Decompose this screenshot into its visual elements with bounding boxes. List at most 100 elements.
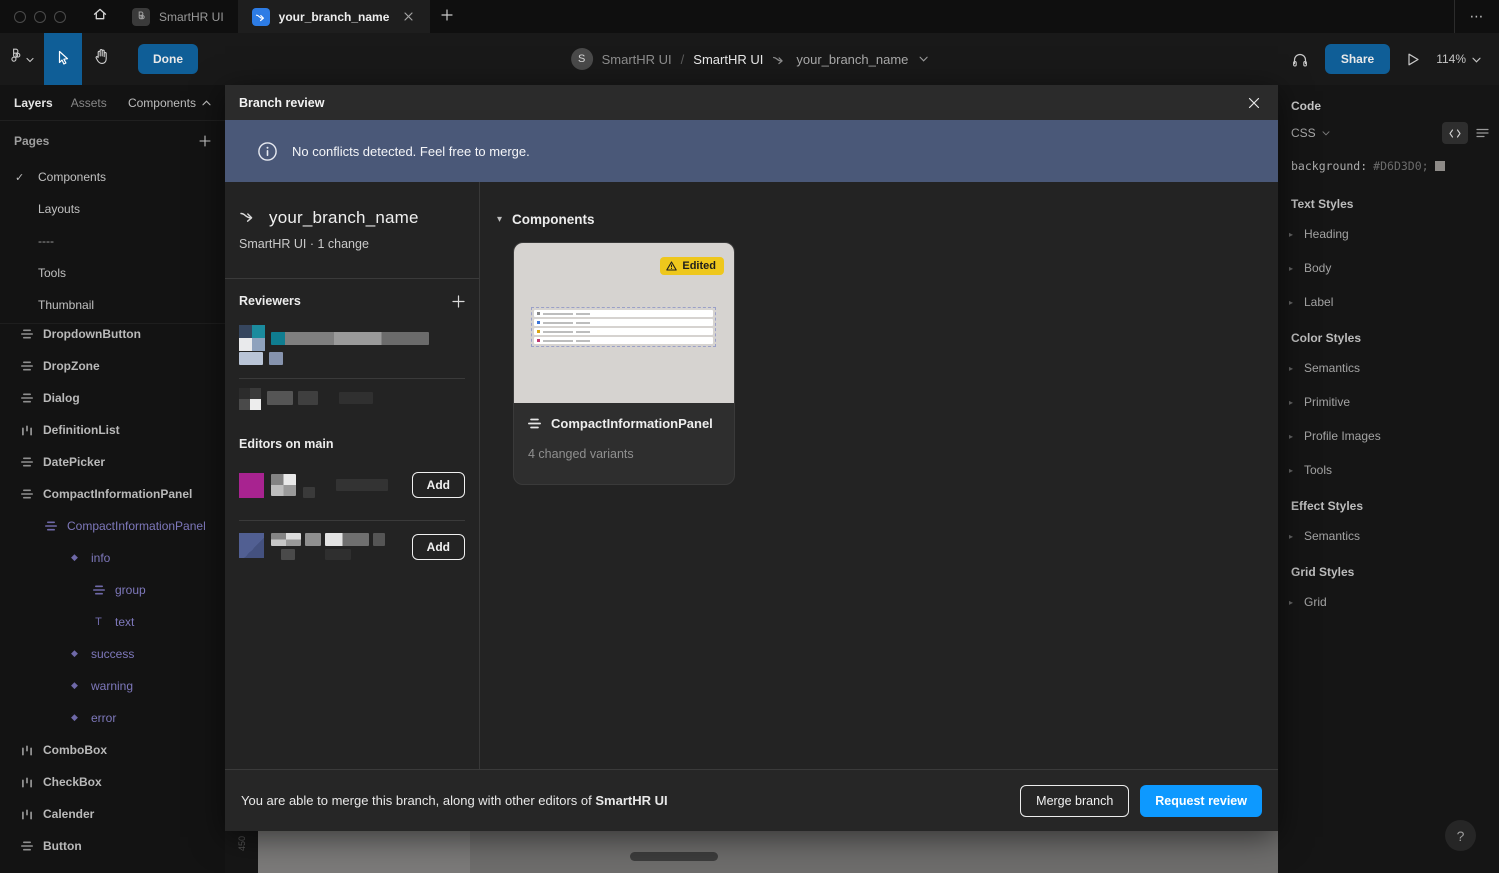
add-page-button[interactable] bbox=[199, 135, 211, 147]
color-style-primitive[interactable]: ▸Primitive bbox=[1278, 385, 1499, 419]
check-icon: ✓ bbox=[15, 171, 24, 184]
layer-dropdownbutton[interactable]: DropdownButton bbox=[0, 318, 225, 350]
modal-footer: You are able to merge this branch, along… bbox=[225, 769, 1278, 831]
chevron-down-icon[interactable] bbox=[1322, 131, 1330, 136]
page-item-layouts[interactable]: Layouts bbox=[0, 193, 225, 225]
window-zoom-button[interactable] bbox=[54, 11, 66, 23]
main-menu-button[interactable] bbox=[0, 33, 44, 85]
breadcrumb-org[interactable]: SmartHR UI bbox=[602, 52, 672, 67]
move-tool-button[interactable] bbox=[44, 33, 82, 85]
layer-label: Calender bbox=[43, 807, 94, 821]
redacted-name bbox=[325, 549, 351, 560]
css-dropdown[interactable]: CSS bbox=[1291, 126, 1316, 140]
text-style-body[interactable]: ▸Body bbox=[1278, 251, 1499, 285]
color-style-tools[interactable]: ▸Tools bbox=[1278, 453, 1499, 487]
code-view-toggle[interactable] bbox=[1442, 122, 1468, 144]
layer-datepicker[interactable]: DatePicker bbox=[0, 446, 225, 478]
tab-overflow-button[interactable]: ⋯ bbox=[1455, 9, 1499, 25]
grid-styles-title: Grid Styles bbox=[1278, 553, 1499, 585]
code-language-row: CSS bbox=[1278, 113, 1499, 153]
redacted-name bbox=[305, 533, 321, 546]
layer-compactinformationpanel[interactable]: CompactInformationPanel bbox=[0, 478, 225, 510]
tab-layers[interactable]: Layers bbox=[14, 96, 53, 110]
done-button[interactable]: Done bbox=[138, 44, 198, 74]
headphones-icon[interactable] bbox=[1291, 51, 1309, 68]
layer-text[interactable]: T text bbox=[0, 606, 225, 638]
redacted-name bbox=[339, 392, 373, 404]
color-style-profile-images[interactable]: ▸Profile Images bbox=[1278, 419, 1499, 453]
layer-variant-warning[interactable]: ◆ warning bbox=[0, 670, 225, 702]
layer-button[interactable]: Button bbox=[0, 830, 225, 862]
text-style-label[interactable]: ▸Label bbox=[1278, 285, 1499, 319]
layer-dropzone[interactable]: DropZone bbox=[0, 350, 225, 382]
warning-icon bbox=[666, 261, 677, 271]
request-review-button[interactable]: Request review bbox=[1140, 785, 1262, 817]
home-button[interactable] bbox=[82, 0, 118, 33]
text-styles-title: Text Styles bbox=[1278, 185, 1499, 217]
code-section-title: Code bbox=[1278, 85, 1499, 113]
breadcrumb-file[interactable]: SmartHR UI bbox=[693, 52, 763, 67]
tab-label: SmartHR UI bbox=[159, 10, 224, 24]
horizontal-scrollbar[interactable] bbox=[630, 852, 718, 861]
effect-styles-title: Effect Styles bbox=[1278, 487, 1499, 519]
components-section-header[interactable]: ▾ Components bbox=[497, 212, 595, 227]
help-button[interactable]: ? bbox=[1445, 820, 1476, 851]
redacted-name bbox=[303, 487, 315, 498]
reviewer-row[interactable] bbox=[239, 388, 373, 410]
reviewer-row[interactable] bbox=[239, 325, 429, 351]
share-button[interactable]: Share bbox=[1325, 44, 1390, 74]
variant-text-placeholder bbox=[543, 322, 573, 324]
org-avatar[interactable]: S bbox=[571, 48, 593, 70]
page-item-components[interactable]: ✓ Components bbox=[0, 161, 225, 193]
grid-style-grid[interactable]: ▸Grid bbox=[1278, 585, 1499, 619]
branch-meta: SmartHR UI · 1 change bbox=[239, 237, 369, 251]
home-icon bbox=[92, 6, 108, 27]
tab-assets[interactable]: Assets bbox=[71, 96, 107, 110]
color-style-semantics[interactable]: ▸Semantics bbox=[1278, 351, 1499, 385]
layer-label: DefinitionList bbox=[43, 423, 120, 437]
add-editor-button[interactable]: Add bbox=[412, 472, 465, 498]
zoom-level-control[interactable]: 114% bbox=[1436, 52, 1481, 66]
window-close-button[interactable] bbox=[14, 11, 26, 23]
layer-variant-success[interactable]: ◆ success bbox=[0, 638, 225, 670]
window-minimize-button[interactable] bbox=[34, 11, 46, 23]
merge-permission-text: You are able to merge this branch, along… bbox=[241, 793, 592, 808]
layer-compactinformationpanel-set[interactable]: CompactInformationPanel bbox=[0, 510, 225, 542]
layer-group[interactable]: group bbox=[0, 574, 225, 606]
hand-tool-button[interactable] bbox=[82, 33, 120, 85]
present-play-icon[interactable] bbox=[1406, 52, 1420, 67]
layer-dialog[interactable]: Dialog bbox=[0, 382, 225, 414]
group-icon bbox=[92, 585, 105, 595]
page-label: Layouts bbox=[38, 202, 80, 216]
add-editor-button[interactable]: Add bbox=[412, 534, 465, 560]
layer-definitionlist[interactable]: DefinitionList bbox=[0, 414, 225, 446]
tab-smarthr-ui[interactable]: SmartHR UI bbox=[118, 0, 238, 33]
no-conflicts-banner: No conflicts detected. Feel free to merg… bbox=[225, 120, 1278, 182]
canvas[interactable]: 450 bbox=[225, 831, 1278, 873]
close-icon[interactable] bbox=[1244, 93, 1264, 113]
table-view-toggle[interactable] bbox=[1476, 128, 1489, 138]
effect-style-semantics[interactable]: ▸Semantics bbox=[1278, 519, 1499, 553]
changed-component-card[interactable]: Edited bbox=[513, 242, 735, 485]
text-style-heading[interactable]: ▸Heading bbox=[1278, 217, 1499, 251]
page-item-divider[interactable]: ---- bbox=[0, 225, 225, 257]
new-tab-button[interactable] bbox=[430, 0, 464, 33]
merge-branch-button[interactable]: Merge branch bbox=[1020, 785, 1129, 817]
layer-combobox[interactable]: ComboBox bbox=[0, 734, 225, 766]
tab-components[interactable]: Components bbox=[128, 96, 211, 110]
tab-your-branch-name[interactable]: your_branch_name bbox=[238, 0, 431, 33]
tab-close-icon[interactable] bbox=[400, 9, 416, 25]
layer-variant-info[interactable]: ◆ info bbox=[0, 542, 225, 574]
page-item-thumbnail[interactable]: Thumbnail bbox=[0, 289, 225, 321]
chevron-down-icon[interactable] bbox=[919, 56, 928, 62]
variant-diamond-icon: ◆ bbox=[68, 554, 81, 563]
layers-list: DropdownButton DropZone Dialog Definitio… bbox=[0, 323, 225, 862]
window-controls bbox=[0, 11, 82, 23]
layer-variant-error[interactable]: ◆ error bbox=[0, 702, 225, 734]
layer-calender[interactable]: Calender bbox=[0, 798, 225, 830]
css-code-line[interactable]: background: #D6D3D0; bbox=[1278, 153, 1499, 185]
add-reviewer-button[interactable] bbox=[452, 295, 465, 308]
breadcrumb-branch[interactable]: your_branch_name bbox=[796, 52, 908, 67]
page-item-tools[interactable]: Tools bbox=[0, 257, 225, 289]
layer-checkbox[interactable]: CheckBox bbox=[0, 766, 225, 798]
